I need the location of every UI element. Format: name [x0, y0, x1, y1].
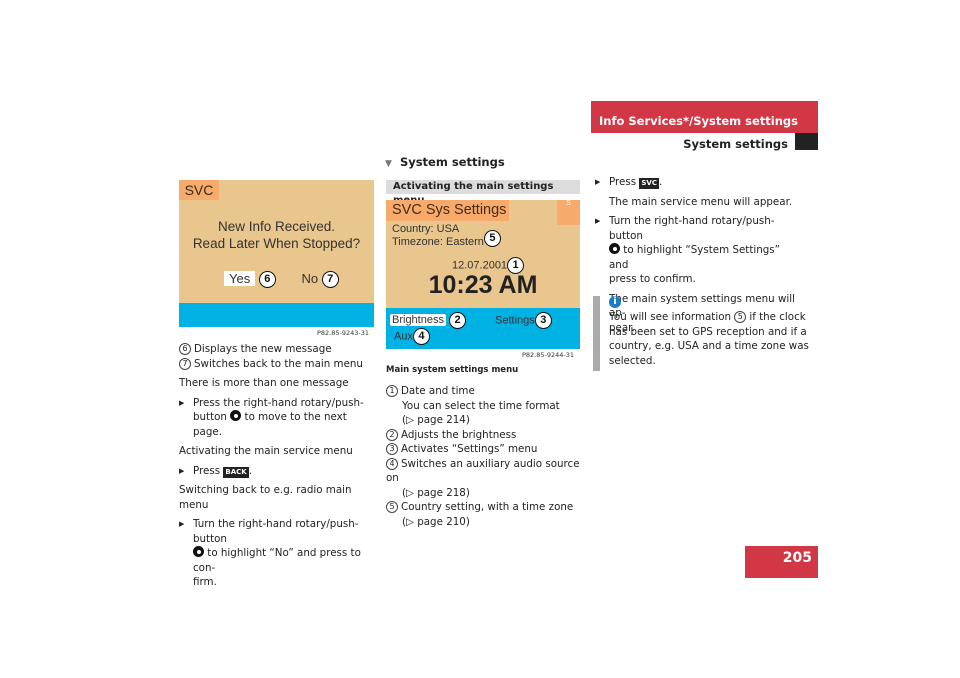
rotary-knob-icon — [609, 243, 620, 254]
heading-text: System settings — [399, 155, 505, 169]
callout-7: 7 — [321, 271, 339, 289]
legend-text: You can select the time format — [402, 399, 560, 412]
callout-5: 5 — [483, 229, 501, 247]
legend-item: (▷ page 210) — [386, 515, 591, 530]
legend-item: 5 Country setting, with a time zone — [386, 500, 591, 515]
legend-item: 4 Switches an auxiliary audio source on — [386, 457, 591, 486]
legend-item: (▷ page 218) — [386, 486, 591, 501]
svc-key-icon: SVC — [639, 178, 659, 189]
legend-text: Country setting, with a time zone — [401, 501, 574, 513]
legend-text: (▷ page 210) — [402, 515, 470, 528]
screen-line2: Read Later When Stopped? — [192, 236, 361, 251]
legend-number: 1 — [386, 385, 398, 397]
info-text: country, e.g. USA and a time zone was — [609, 340, 809, 352]
legend-item: You can select the time format — [386, 399, 591, 414]
legend-text: Date and time — [401, 385, 475, 397]
screen-line1: New Info Received. — [217, 219, 336, 234]
no-option: No — [301, 271, 319, 286]
step-text: Press the right-hand rotary/push- — [193, 396, 364, 409]
legend-item: 2 Adjusts the brightness — [386, 428, 591, 443]
brightness-option: Brightness — [390, 314, 446, 327]
legend-number: 5 — [386, 501, 398, 513]
callout-2: 2 — [449, 312, 467, 329]
settings-option: Settings — [495, 314, 535, 327]
legend-text: Switches back to the main menu — [194, 357, 363, 370]
rotary-knob-icon — [193, 546, 204, 557]
figure-caption: P82.85-9244-31 — [521, 351, 574, 359]
back-key-icon: BACK — [223, 466, 249, 478]
paragraph: Activating the main service menu — [179, 445, 353, 457]
subheading: Activating the main settings menu — [386, 180, 580, 206]
screen-title: SVC Sys Settings — [386, 200, 509, 221]
info-text: has been set to GPS reception and if a — [609, 325, 807, 338]
screen-title: SVC — [179, 180, 219, 200]
legend-item: 3 Activates “Settings” menu — [386, 442, 591, 457]
aux-option: Aux — [394, 330, 413, 343]
left-text: 6 Displays the new message 7 Switches back… — [179, 342, 379, 590]
legend-number: 4 — [386, 457, 398, 470]
step-text: press to confirm. — [609, 273, 696, 285]
legend-number: 3 — [386, 443, 398, 455]
legend-number: 7 — [179, 357, 191, 370]
info-note: i You will see information 5 if the clock… — [609, 296, 809, 368]
legend-text: Activates “Settings” menu — [401, 443, 538, 455]
header-marker — [795, 133, 818, 150]
callout-4: 4 — [412, 328, 430, 345]
legend-text: (▷ page 218) — [402, 486, 470, 499]
callout-3: 3 — [534, 312, 552, 329]
callout-6: 6 — [258, 271, 276, 289]
result-text: The main service menu will appear. — [609, 195, 793, 208]
section-title: Info Services*/System settings — [599, 114, 798, 128]
yes-option: Yes — [224, 271, 256, 286]
paragraph: There is more than one message — [179, 377, 349, 389]
figure-title: Main system settings menu — [386, 365, 519, 375]
middle-legend: 1 Date and time You can select the time fo… — [386, 384, 591, 529]
legend-number: 5 — [734, 311, 747, 323]
legend-text: Displays the new message — [194, 343, 332, 355]
step-text: firm. — [193, 576, 217, 588]
subsection-title: System settings — [683, 137, 788, 151]
info-text: if the clock — [749, 311, 806, 323]
info-text: You will see information — [609, 311, 732, 323]
step-text: Press — [193, 464, 221, 477]
legend-number: 6 — [179, 343, 191, 355]
legend-text: (▷ page 214) — [402, 414, 470, 426]
timezone: Timezone: Eastern — [392, 236, 484, 248]
screen-sys-settings: SVC Sys Settings S Country: USA Timezone… — [386, 200, 580, 349]
signal-icon: S — [557, 200, 580, 225]
info-bar — [593, 296, 600, 371]
paragraph: Switching back to e.g. radio main menu — [179, 484, 352, 511]
step-text: Press — [609, 176, 637, 188]
step-text: to highlight “System Settings” and — [609, 244, 781, 271]
legend-text: Adjusts the brightness — [401, 428, 517, 441]
legend-item: 1 Date and time — [386, 384, 591, 399]
screen-new-info: SVC New Info Received. Read Later When S… — [179, 180, 374, 327]
section-header: Info Services*/System settings — [591, 101, 818, 133]
step-text: Turn the right-hand rotary/push-button — [193, 518, 359, 545]
time: 10:23 AM — [428, 271, 538, 299]
info-icon: i — [609, 296, 621, 308]
legend-item: (▷ page 214) — [386, 413, 591, 428]
step-text: Turn the right-hand rotary/push-button — [609, 215, 775, 242]
triangle-icon: ▼ — [385, 159, 392, 169]
info-text: selected. — [609, 354, 656, 367]
figure-caption: P82.85-9243-31 — [316, 329, 369, 337]
date: 12.07.2001 — [452, 259, 508, 272]
section-heading: ▼ System settings — [385, 155, 505, 169]
page-number: 205 — [745, 546, 818, 578]
step-text: to highlight “No” and press to con- — [193, 547, 361, 574]
rotary-knob-icon — [230, 410, 242, 421]
step-text: button — [193, 411, 227, 423]
legend-number: 2 — [386, 428, 398, 441]
legend-text: Switches an auxiliary audio source on — [386, 457, 580, 485]
manual-page: Info Services*/System settings System se… — [0, 0, 960, 678]
